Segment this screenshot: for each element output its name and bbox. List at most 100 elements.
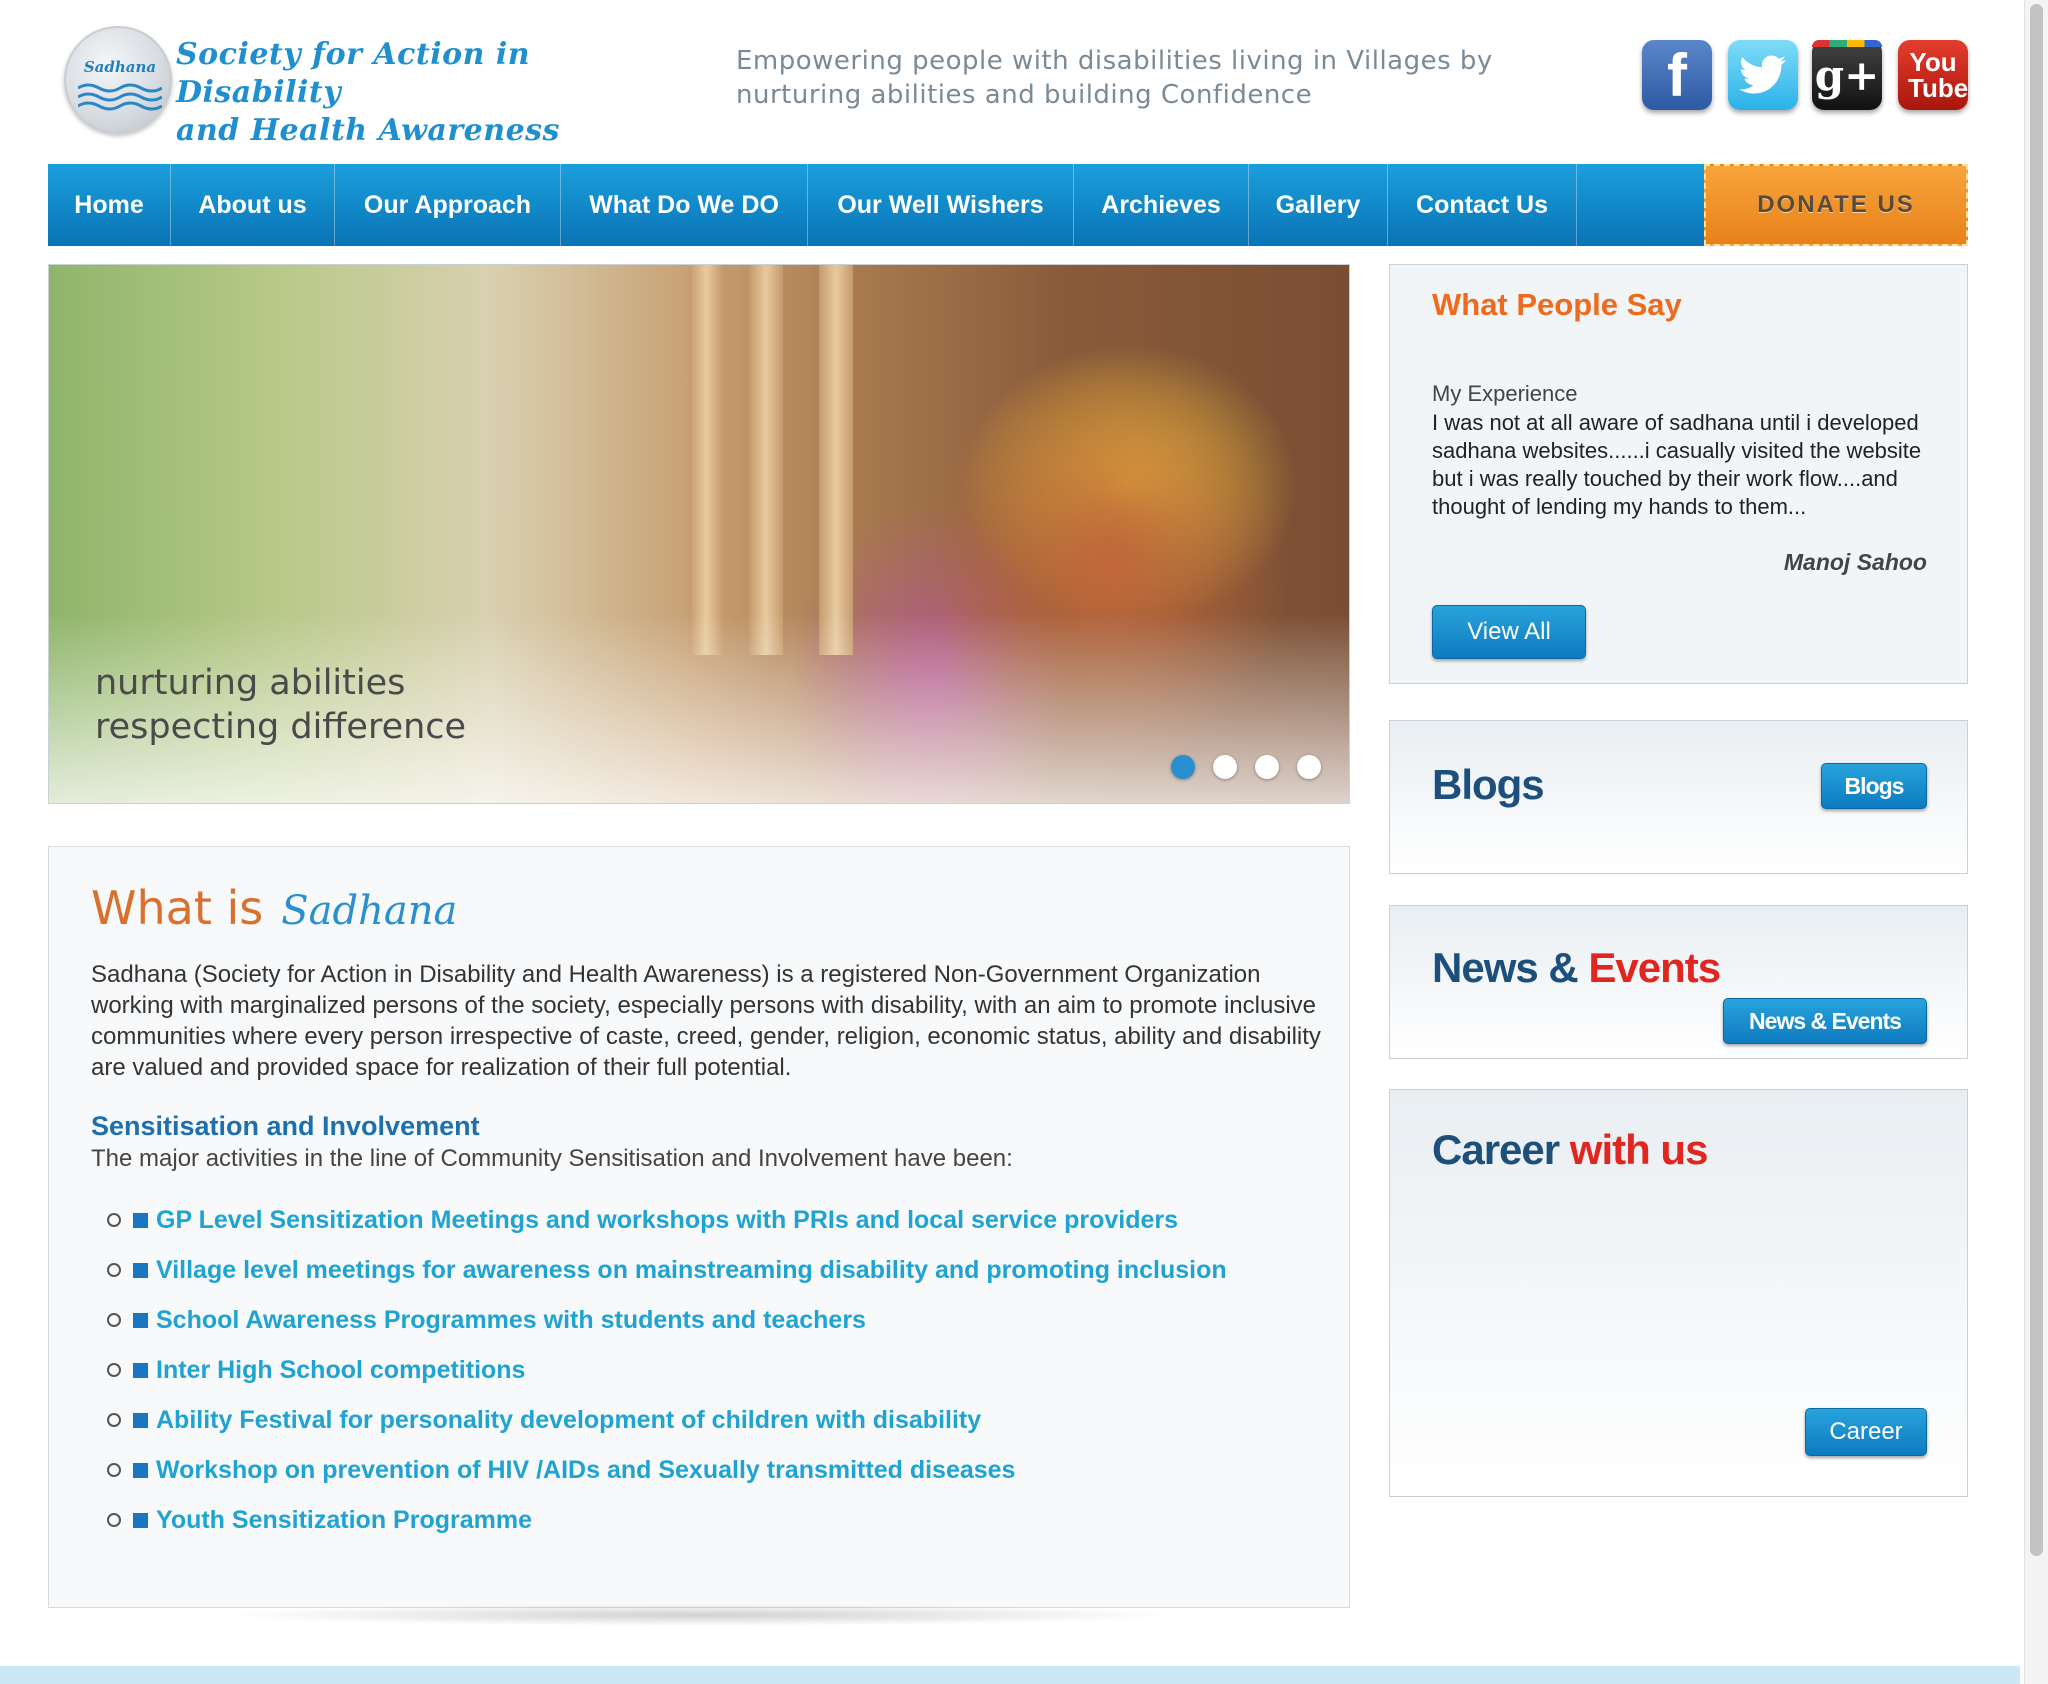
- square-bullet-icon: [133, 1262, 148, 1278]
- news-events-button[interactable]: News & Events: [1723, 998, 1927, 1044]
- career-button[interactable]: Career: [1805, 1408, 1927, 1456]
- activity-label: School Awareness Programmes with student…: [156, 1305, 866, 1334]
- career-title: Career with us: [1432, 1126, 1709, 1174]
- facebook-glyph: f: [1667, 41, 1687, 109]
- nav-contact-us[interactable]: Contact Us: [1388, 164, 1577, 246]
- slider-dot-4[interactable]: [1297, 755, 1321, 779]
- career-panel: Career with us Career: [1389, 1089, 1968, 1497]
- news-title-part-1: News &: [1432, 944, 1579, 991]
- twitter-icon[interactable]: [1728, 40, 1798, 110]
- view-all-button[interactable]: View All: [1432, 605, 1586, 659]
- activity-label: Inter High School competitions: [156, 1355, 526, 1384]
- sensitisation-heading: Sensitisation and Involvement: [91, 1111, 480, 1141]
- waves-icon: [78, 83, 162, 111]
- hero-slider[interactable]: nurturing abilities respecting differenc…: [48, 264, 1350, 804]
- list-item[interactable]: Village level meetings for awareness on …: [107, 1245, 1227, 1295]
- bullet-icon: [107, 1263, 121, 1277]
- testimonial-title: What People Say: [1432, 287, 1682, 322]
- logo-line-1: Society for Action in Disability: [176, 37, 531, 110]
- list-item[interactable]: School Awareness Programmes with student…: [107, 1295, 1227, 1345]
- tagline-line-2: nurturing abilities and building Confide…: [736, 80, 1313, 110]
- activity-label: Workshop on prevention of HIV /AIDs and …: [156, 1455, 1016, 1484]
- about-title-text: What is: [91, 881, 264, 935]
- bullet-icon: [107, 1313, 121, 1327]
- bullet-icon: [107, 1463, 121, 1477]
- nav-what-do-we-do[interactable]: What Do We DO: [561, 164, 808, 246]
- logo-mark-text: Sadhana: [83, 58, 157, 76]
- list-item[interactable]: Inter High School competitions: [107, 1345, 1227, 1395]
- slide-caption-line-1: nurturing abilities: [95, 663, 406, 703]
- list-item[interactable]: Workshop on prevention of HIV /AIDs and …: [107, 1445, 1227, 1495]
- bullet-icon: [107, 1363, 121, 1377]
- slide-caption: nurturing abilities respecting differenc…: [95, 661, 466, 749]
- blogs-button[interactable]: Blogs: [1821, 763, 1927, 809]
- site-tagline: Empowering people with disabilities livi…: [736, 44, 1516, 112]
- about-drop-shadow: [220, 1604, 1180, 1626]
- activity-label: GP Level Sensitization Meetings and work…: [156, 1205, 1179, 1234]
- square-bullet-icon: [133, 1362, 148, 1378]
- career-title-part-1: Career: [1432, 1126, 1560, 1173]
- bullet-icon: [107, 1513, 121, 1527]
- tagline-line-1: Empowering people with disabilities livi…: [736, 46, 1493, 76]
- slider-pagination: [1171, 755, 1321, 779]
- scrollbar-thumb[interactable]: [2030, 4, 2043, 1556]
- google-plus-glyph: g+: [1814, 50, 1880, 100]
- slider-dot-1[interactable]: [1171, 755, 1195, 779]
- logo-line-2: and Health Awareness: [176, 113, 560, 148]
- testimonial-heading: My Experience: [1432, 381, 1578, 406]
- google-color-bar: [1812, 40, 1882, 47]
- activity-list: GP Level Sensitization Meetings and work…: [107, 1195, 1227, 1545]
- testimonial-author: Manoj Sahoo: [1783, 549, 1927, 575]
- slider-image-detail: [819, 265, 853, 655]
- bullet-icon: [107, 1213, 121, 1227]
- nav-gallery[interactable]: Gallery: [1249, 164, 1388, 246]
- youtube-glyph: You Tube: [1908, 47, 1969, 103]
- square-bullet-icon: [133, 1462, 148, 1478]
- slider-dot-3[interactable]: [1255, 755, 1279, 779]
- activity-label: Youth Sensitization Programme: [156, 1505, 532, 1534]
- news-events-panel: News & Events News & Events: [1389, 905, 1968, 1059]
- nav-our-approach[interactable]: Our Approach: [335, 164, 561, 246]
- main-nav: Home About us Our Approach What Do We DO…: [48, 164, 1968, 246]
- square-bullet-icon: [133, 1412, 148, 1428]
- google-plus-icon[interactable]: g+: [1812, 40, 1882, 110]
- site-logo[interactable]: Sadhana Society for Action in Disability…: [64, 24, 624, 148]
- footer-strip: [0, 1666, 2020, 1684]
- testimonial-panel: What People Say My Experience I was not …: [1389, 264, 1968, 684]
- square-bullet-icon: [133, 1212, 148, 1228]
- news-title-part-2: Events: [1588, 944, 1721, 991]
- nav-home[interactable]: Home: [48, 164, 171, 246]
- career-title-part-2: with us: [1569, 1126, 1709, 1173]
- donate-button[interactable]: DONATE US: [1704, 164, 1968, 246]
- list-item[interactable]: Ability Festival for personality develop…: [107, 1395, 1227, 1445]
- nav-our-well-wishers[interactable]: Our Well Wishers: [808, 164, 1074, 246]
- list-item[interactable]: GP Level Sensitization Meetings and work…: [107, 1195, 1227, 1245]
- slider-image-detail: [749, 265, 783, 655]
- twitter-bird-icon: [1739, 55, 1786, 94]
- list-item[interactable]: Youth Sensitization Programme: [107, 1495, 1227, 1545]
- blogs-panel: Blogs Blogs: [1389, 720, 1968, 874]
- logo-wordmark: Society for Action in Disability and Hea…: [176, 36, 624, 150]
- logo-emblem: Sadhana: [64, 26, 172, 134]
- blogs-title: Blogs: [1432, 761, 1545, 808]
- news-events-title: News & Events: [1432, 944, 1721, 992]
- slide-caption-line-2: respecting difference: [95, 707, 467, 747]
- testimonial-body: I was not at all aware of sadhana until …: [1432, 410, 1922, 519]
- sensitisation-intro: The major activities in the line of Comm…: [91, 1145, 1013, 1172]
- site-header: Sadhana Society for Action in Disability…: [0, 0, 2048, 164]
- activity-label: Village level meetings for awareness on …: [156, 1255, 1227, 1284]
- slider-dot-2[interactable]: [1213, 755, 1237, 779]
- about-title-brand: Sadhana: [281, 888, 458, 934]
- about-description: Sadhana (Society for Action in Disabilit…: [91, 961, 1321, 1081]
- facebook-icon[interactable]: f: [1642, 40, 1712, 110]
- youtube-icon[interactable]: You Tube: [1898, 40, 1968, 110]
- square-bullet-icon: [133, 1512, 148, 1528]
- activity-label: Ability Festival for personality develop…: [156, 1405, 982, 1434]
- square-bullet-icon: [133, 1312, 148, 1328]
- bullet-icon: [107, 1413, 121, 1427]
- nav-about-us[interactable]: About us: [171, 164, 335, 246]
- about-title: What is Sadhana: [91, 881, 457, 935]
- page-scrollbar[interactable]: [2024, 0, 2048, 1684]
- about-section: What is Sadhana Sadhana (Society for Acti…: [48, 846, 1350, 1608]
- nav-archieves[interactable]: Archieves: [1074, 164, 1249, 246]
